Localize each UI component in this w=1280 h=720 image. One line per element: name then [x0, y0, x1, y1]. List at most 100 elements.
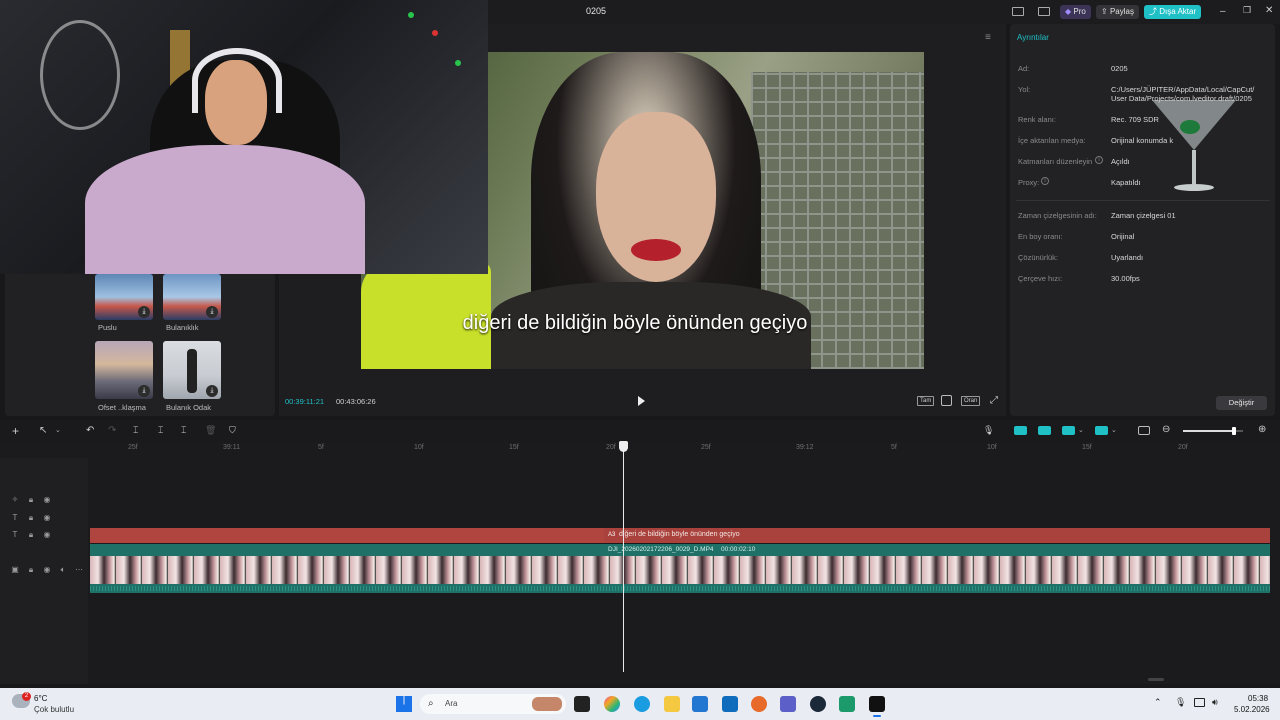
- detail-value: C:/Users/JÜPITER/AppData/Local/CapCut/: [1111, 85, 1255, 94]
- split-icon[interactable]: ⌶: [133, 425, 138, 436]
- weather-temp[interactable]: 6°C: [34, 694, 47, 703]
- clock-date[interactable]: 5.02.2026: [1234, 705, 1270, 714]
- video-filmstrip[interactable]: [90, 556, 1270, 584]
- change-button[interactable]: Değiştir: [1216, 396, 1267, 410]
- download-icon[interactable]: ⤓: [206, 306, 218, 318]
- detail-value: Uyarlandı: [1111, 253, 1144, 262]
- more-icon[interactable]: ⋯: [74, 565, 84, 575]
- webcam-overlay: [0, 0, 488, 274]
- delete-icon[interactable]: 🗑: [205, 425, 216, 436]
- eye-icon[interactable]: ◉: [42, 530, 52, 540]
- zoom-slider-handle[interactable]: [1232, 427, 1236, 435]
- effect-thumbnail-ofset-kaydirma[interactable]: ⤓: [95, 341, 153, 399]
- playhead[interactable]: [623, 442, 624, 672]
- light-dot: [408, 12, 414, 18]
- eye-icon[interactable]: ◉: [42, 565, 52, 575]
- trim-left-icon[interactable]: ⌶: [158, 425, 163, 436]
- microphone-icon[interactable]: 🎙: [983, 425, 994, 436]
- detail-key: Çözünürlük:: [1018, 253, 1059, 262]
- settings-menu-icon[interactable]: [1038, 7, 1050, 16]
- lock-icon[interactable]: 🔒︎: [26, 513, 36, 523]
- hoodie-shape: [85, 145, 365, 274]
- lock-icon[interactable]: 🔒︎: [26, 495, 36, 505]
- linkage-icon[interactable]: [1038, 426, 1051, 435]
- volume-icon[interactable]: 🔈︎: [58, 565, 68, 575]
- notes-app-icon[interactable]: [839, 696, 855, 712]
- snap-link-icon[interactable]: [1014, 426, 1027, 435]
- ratio-button[interactable]: Oran: [961, 396, 981, 406]
- detail-key: Renk alanı:: [1018, 115, 1056, 124]
- volume-tray-icon[interactable]: 🔊︎: [1212, 697, 1218, 708]
- zoom-in-icon[interactable]: ⊕: [1258, 424, 1266, 435]
- info-icon[interactable]: i: [1041, 177, 1049, 185]
- maximize-icon[interactable]: ❐: [1243, 5, 1251, 16]
- chevron-down-icon[interactable]: ⌄: [55, 426, 61, 434]
- display-icon[interactable]: [1194, 698, 1205, 707]
- taskbar-search[interactable]: ⌕ Ara: [420, 694, 566, 714]
- capcut-icon[interactable]: [869, 696, 885, 712]
- weather-desc[interactable]: Çok bulutlu: [34, 705, 74, 714]
- windows-start-icon[interactable]: [396, 696, 412, 712]
- effect-label: Bulanıklık: [166, 323, 199, 332]
- share-button[interactable]: ⇪ Paylaş: [1096, 5, 1139, 19]
- steam-icon[interactable]: [810, 696, 826, 712]
- select-tool-icon[interactable]: ↖: [39, 425, 47, 436]
- player-menu-icon[interactable]: ≡: [985, 32, 991, 43]
- lock-icon[interactable]: 🔒︎: [26, 565, 36, 575]
- preview-axis-icon[interactable]: [1062, 426, 1075, 435]
- glass-stem: [1192, 150, 1196, 184]
- ruler-label: 10f: [414, 444, 424, 451]
- chevron-down-icon[interactable]: ⌄: [1078, 426, 1084, 434]
- zoom-slider[interactable]: [1183, 427, 1243, 435]
- microphone-tray-icon[interactable]: 🎙: [1175, 697, 1186, 708]
- text-track-icon: T: [12, 513, 18, 522]
- download-icon[interactable]: ⤓: [206, 385, 218, 397]
- export-button[interactable]: ⤴ Dışa Aktar: [1144, 5, 1202, 19]
- minimize-icon[interactable]: –: [1220, 6, 1226, 17]
- redo-icon[interactable]: ↷: [108, 425, 116, 436]
- download-icon[interactable]: ⤓: [138, 385, 150, 397]
- close-icon[interactable]: ✕: [1265, 5, 1273, 16]
- screenshot-icon[interactable]: [941, 395, 952, 406]
- clock-time[interactable]: 05:38: [1248, 694, 1268, 703]
- share-icon: ⇪: [1101, 7, 1108, 16]
- lock-icon[interactable]: 🔒︎: [26, 530, 36, 540]
- eye-icon[interactable]: ◉: [42, 513, 52, 523]
- pro-button[interactable]: ◆ Pro: [1060, 5, 1091, 19]
- trim-right-icon[interactable]: ⌶: [181, 425, 186, 436]
- eye-icon[interactable]: ◉: [42, 495, 52, 505]
- teams-icon[interactable]: [780, 696, 796, 712]
- zoom-out-icon[interactable]: ⊖: [1162, 424, 1170, 435]
- timeline-scrollbar[interactable]: [1148, 678, 1164, 681]
- fullscreen-icon[interactable]: ⤢: [990, 395, 998, 406]
- zoom-slider-fill: [1183, 430, 1234, 432]
- outlook-icon[interactable]: [722, 696, 738, 712]
- edge-icon[interactable]: [634, 696, 650, 712]
- undo-icon[interactable]: ↶: [86, 425, 94, 436]
- full-button[interactable]: Tam: [917, 396, 935, 406]
- effect-thumbnail-puslu[interactable]: ⤓: [95, 274, 153, 320]
- chevron-up-icon[interactable]: ⌃: [1154, 697, 1162, 708]
- subtitle-overlay[interactable]: diğeri de bildiğin böyle önünden geçiyo: [385, 312, 885, 335]
- ruler-label: 15f: [509, 444, 519, 451]
- download-icon[interactable]: ⤓: [138, 306, 150, 318]
- playhead-handle[interactable]: [619, 441, 628, 452]
- firefox-icon[interactable]: [751, 696, 767, 712]
- auto-snap-icon[interactable]: [1095, 426, 1108, 435]
- store-icon[interactable]: [692, 696, 708, 712]
- info-icon[interactable]: i: [1095, 156, 1103, 164]
- layout-icon[interactable]: [1012, 7, 1024, 16]
- effect-thumbnail-bulaniklik[interactable]: ⤓: [163, 274, 221, 320]
- ruler-label: 20f: [606, 444, 616, 451]
- add-track-icon[interactable]: +: [12, 424, 19, 438]
- play-icon[interactable]: [638, 396, 645, 406]
- cover-icon[interactable]: ▣: [10, 565, 20, 575]
- shield-icon[interactable]: ⛉: [229, 425, 236, 436]
- task-view-icon[interactable]: [574, 696, 590, 712]
- caption-icon[interactable]: [1138, 426, 1150, 435]
- effect-thumbnail-bulanik-odak[interactable]: ⤓: [163, 341, 221, 399]
- chevron-down-icon[interactable]: ⌄: [1111, 426, 1117, 434]
- file-explorer-icon[interactable]: [664, 696, 680, 712]
- copilot-icon[interactable]: [604, 696, 620, 712]
- details-divider: [1016, 200, 1270, 201]
